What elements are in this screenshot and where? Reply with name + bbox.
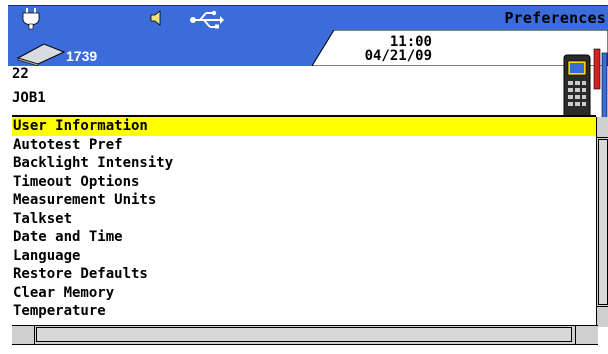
- scroll-down-button[interactable]: [597, 306, 608, 327]
- usb-icon: [190, 10, 224, 29]
- power-plug-icon: [22, 8, 40, 30]
- speaker-icon: [150, 10, 161, 26]
- status-header: Preferences 1739 11:00 04/21/09: [8, 5, 608, 66]
- test-device-icon: [563, 48, 608, 122]
- menu-item-date-and-time[interactable]: Date and Time: [12, 228, 596, 247]
- vertical-scroll-thumb[interactable]: [598, 139, 608, 305]
- info-job: JOB1: [12, 90, 46, 106]
- scroll-right-button[interactable]: [575, 326, 598, 344]
- preferences-menu[interactable]: User Information Autotest Pref Backlight…: [12, 115, 596, 329]
- record-counter: 1739: [66, 48, 98, 64]
- menu-item-restore-defaults[interactable]: Restore Defaults: [12, 265, 596, 284]
- menu-item-autotest-pref[interactable]: Autotest Pref: [12, 136, 596, 155]
- menu-item-temperature[interactable]: Temperature: [12, 302, 596, 321]
- vertical-scrollbar[interactable]: [596, 117, 608, 327]
- scroll-left-button[interactable]: [12, 326, 35, 344]
- scroll-up-button[interactable]: [597, 117, 608, 138]
- horizontal-scroll-thumb[interactable]: [36, 327, 572, 342]
- screen-title: Preferences: [504, 9, 606, 27]
- info-id: 22: [12, 66, 29, 82]
- menu-item-timeout-options[interactable]: Timeout Options: [12, 173, 596, 192]
- menu-item-language[interactable]: Language: [12, 247, 596, 266]
- menu-item-measurement-units[interactable]: Measurement Units: [12, 191, 596, 210]
- menu-item-clear-memory[interactable]: Clear Memory: [12, 284, 596, 303]
- menu-item-backlight-intensity[interactable]: Backlight Intensity: [12, 154, 596, 173]
- clock-date: 04/21/09: [364, 48, 432, 64]
- memory-card-icon: [16, 43, 66, 66]
- horizontal-scrollbar[interactable]: [12, 325, 598, 345]
- menu-item-talkset[interactable]: Talkset: [12, 210, 596, 229]
- menu-item-user-information[interactable]: User Information: [12, 117, 596, 136]
